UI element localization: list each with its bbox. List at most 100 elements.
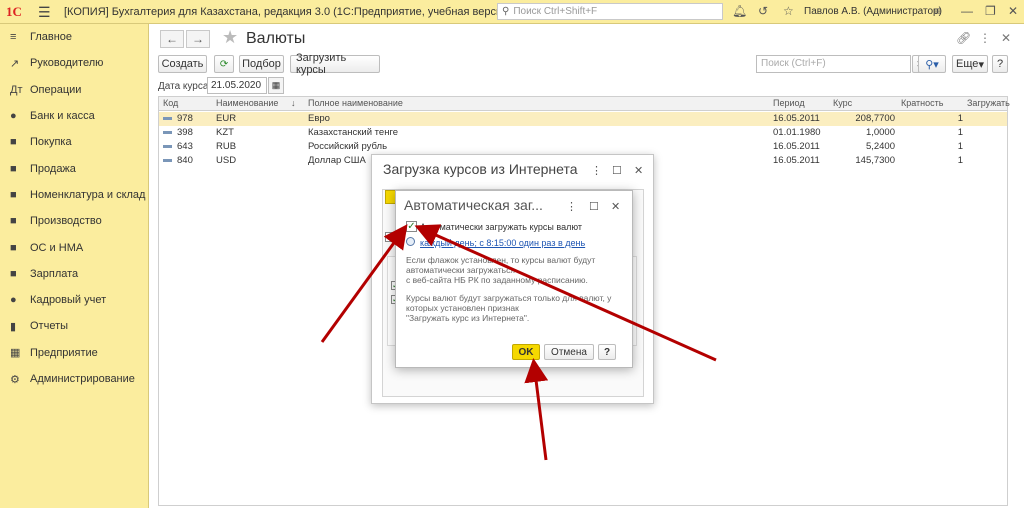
- sidebar-item[interactable]: ■ Покупка: [0, 129, 148, 155]
- close-page-icon[interactable]: ✕: [1001, 31, 1011, 45]
- sidebar-item-label: Руководителю: [30, 57, 104, 70]
- auto-load-checkbox-label[interactable]: Автоматически загружать курсы валют: [420, 222, 582, 232]
- list-search-input[interactable]: Поиск (Ctrl+F): [756, 55, 911, 73]
- sidebar-item[interactable]: ≡ Главное: [0, 24, 148, 50]
- clock-icon: [406, 237, 415, 246]
- sidebar-item[interactable]: ■ ОС и НМА: [0, 234, 148, 260]
- col-load[interactable]: Загружать: [967, 98, 1010, 108]
- link-icon[interactable]: 🔗︎: [956, 31, 971, 45]
- more-actions-button[interactable]: Еще ▾: [952, 55, 988, 73]
- sidebar-item[interactable]: ■ Продажа: [0, 155, 148, 181]
- dialog-maximize-icon[interactable]: ☐: [612, 164, 622, 177]
- sidebar-item[interactable]: ● Кадровый учет: [0, 287, 148, 313]
- table-row[interactable]: 398 KZT Казахстанский тенге 01.01.1980 1,000…: [159, 126, 1007, 140]
- search-options-icon[interactable]: ⚲▾: [918, 55, 946, 73]
- refresh-icon[interactable]: ⟳: [214, 55, 234, 73]
- user-name[interactable]: Павлов А.В. (Администратор): [804, 6, 942, 17]
- dialog-more-icon[interactable]: ⋮: [591, 164, 602, 177]
- restore-icon[interactable]: ❐: [985, 4, 996, 18]
- settings-menu-icon[interactable]: ≡: [934, 4, 941, 18]
- select-button[interactable]: Подбор: [239, 55, 284, 73]
- col-code[interactable]: Код: [163, 98, 178, 108]
- cell-name: KZT: [216, 127, 234, 138]
- sidebar-item-icon: ≡: [10, 31, 17, 44]
- col-period[interactable]: Период: [773, 98, 805, 108]
- col-multiplicity[interactable]: Кратность: [901, 98, 943, 108]
- forward-button[interactable]: →: [186, 30, 210, 48]
- sidebar-item-icon: ▦: [10, 347, 21, 360]
- window-title: [КОПИЯ] Бухгалтерия для Казахстана, реда…: [64, 6, 512, 18]
- row-type-icon: [163, 159, 172, 162]
- cell-period: 16.05.2011: [773, 141, 820, 152]
- star-icon[interactable]: ☆: [783, 4, 794, 18]
- sort-down-icon: ↓: [291, 98, 296, 108]
- auto-load-dialog: Автоматическая заг... ⋮ ☐ ✕ ✓ Автоматиче…: [395, 190, 633, 368]
- sidebar-item-icon: ■: [10, 241, 17, 254]
- col-rate[interactable]: Курс: [833, 98, 852, 108]
- sidebar-item[interactable]: ↗ Руководителю: [0, 50, 148, 76]
- create-button[interactable]: Создать: [158, 55, 207, 73]
- sidebar-item[interactable]: ▮ Отчеты: [0, 313, 148, 339]
- dialog-close-icon[interactable]: ✕: [611, 200, 620, 213]
- sidebar-item-label: Номенклатура и склад: [30, 188, 146, 201]
- dialog-more-icon[interactable]: ⋮: [566, 200, 577, 213]
- sidebar-item-label: Продажа: [30, 162, 76, 175]
- select-all-checkbox[interactable]: [385, 232, 395, 242]
- load-rates-dialog-title: Загрузка курсов из Интернета: [383, 161, 578, 177]
- cell-code: 840: [177, 155, 193, 166]
- sidebar-item[interactable]: Дт Операции: [0, 77, 148, 103]
- global-search-input[interactable]: ⚲ Поиск Ctrl+Shift+F: [497, 3, 723, 20]
- cell-full: Казахстанский тенге: [308, 127, 398, 138]
- cancel-button[interactable]: Отмена: [544, 344, 594, 360]
- note-line: Если флажок установлен, то курсы валют б…: [406, 255, 596, 265]
- help-button[interactable]: ?: [992, 55, 1008, 73]
- row-type-icon: [163, 145, 172, 148]
- sidebar-item[interactable]: ▦ Предприятие: [0, 340, 148, 366]
- app-logo: 1С: [6, 4, 22, 19]
- cell-mult: 1: [957, 155, 963, 166]
- cell-code: 398: [177, 127, 193, 138]
- table-row[interactable]: 978 EUR Евро 16.05.2011 208,7700 1: [159, 112, 1007, 126]
- schedule-link[interactable]: каждый день; с 8:15:00 один раз в день: [420, 238, 585, 248]
- sidebar-item[interactable]: ■ Зарплата: [0, 261, 148, 287]
- search-icon: ⚲: [502, 6, 510, 17]
- calendar-icon[interactable]: ▦: [268, 77, 284, 94]
- close-icon[interactable]: ✕: [1008, 4, 1018, 18]
- sidebar-item[interactable]: ● Банк и касса: [0, 103, 148, 129]
- sidebar-item[interactable]: ⚙ Администрирование: [0, 366, 148, 392]
- load-rates-button[interactable]: Загрузить курсы: [290, 52, 380, 76]
- sidebar-item-label: Кадровый учет: [30, 294, 107, 307]
- back-button[interactable]: ←: [160, 30, 184, 48]
- row-type-icon: [163, 131, 172, 134]
- sidebar-item-label: Операции: [30, 83, 82, 96]
- dialog-close-icon[interactable]: ✕: [634, 164, 643, 177]
- sidebar-item-label: Администрирование: [30, 373, 135, 385]
- sidebar-item[interactable]: ■ Производство: [0, 208, 148, 234]
- minimize-icon[interactable]: —: [961, 4, 973, 18]
- page-title: Валюты: [246, 30, 306, 47]
- table-header: Код Наименование ↓ Полное наименование П…: [159, 97, 1010, 111]
- sidebar-item-label: Покупка: [30, 136, 72, 149]
- menu-icon[interactable]: ☰: [38, 4, 51, 21]
- auto-load-checkbox[interactable]: ✓: [406, 221, 417, 232]
- table-row[interactable]: 643 RUB Российский рубль 16.05.2011 5,2400 1: [159, 140, 1007, 154]
- favorite-star-icon[interactable]: ★: [222, 27, 238, 48]
- col-name[interactable]: Наименование: [216, 98, 278, 108]
- bell-icon[interactable]: 🔔︎: [732, 4, 747, 18]
- note-line: с веб-сайта НБ РК по заданному расписани…: [406, 275, 588, 285]
- dialog-maximize-icon[interactable]: ☐: [589, 200, 599, 213]
- sidebar-item-icon: Дт: [10, 83, 23, 96]
- date-label: Дата курса:: [158, 81, 212, 92]
- more-icon[interactable]: ⋮: [979, 31, 991, 45]
- history-icon[interactable]: ↺: [758, 4, 768, 18]
- help-button[interactable]: ?: [598, 344, 616, 360]
- ok-button[interactable]: OK: [512, 344, 540, 360]
- note-line: Курсы валют будут загружаться только для…: [406, 293, 612, 303]
- date-field[interactable]: 21.05.2020: [207, 77, 267, 94]
- col-full-name[interactable]: Полное наименование: [308, 98, 403, 108]
- sidebar-item[interactable]: ■ Номенклатура и склад: [0, 182, 148, 208]
- cell-full: Доллар США: [308, 155, 366, 166]
- cell-mult: 1: [957, 141, 963, 152]
- note-line: "Загружать курс из Интернета".: [406, 313, 530, 323]
- note-line: автоматически загружаться: [406, 265, 515, 275]
